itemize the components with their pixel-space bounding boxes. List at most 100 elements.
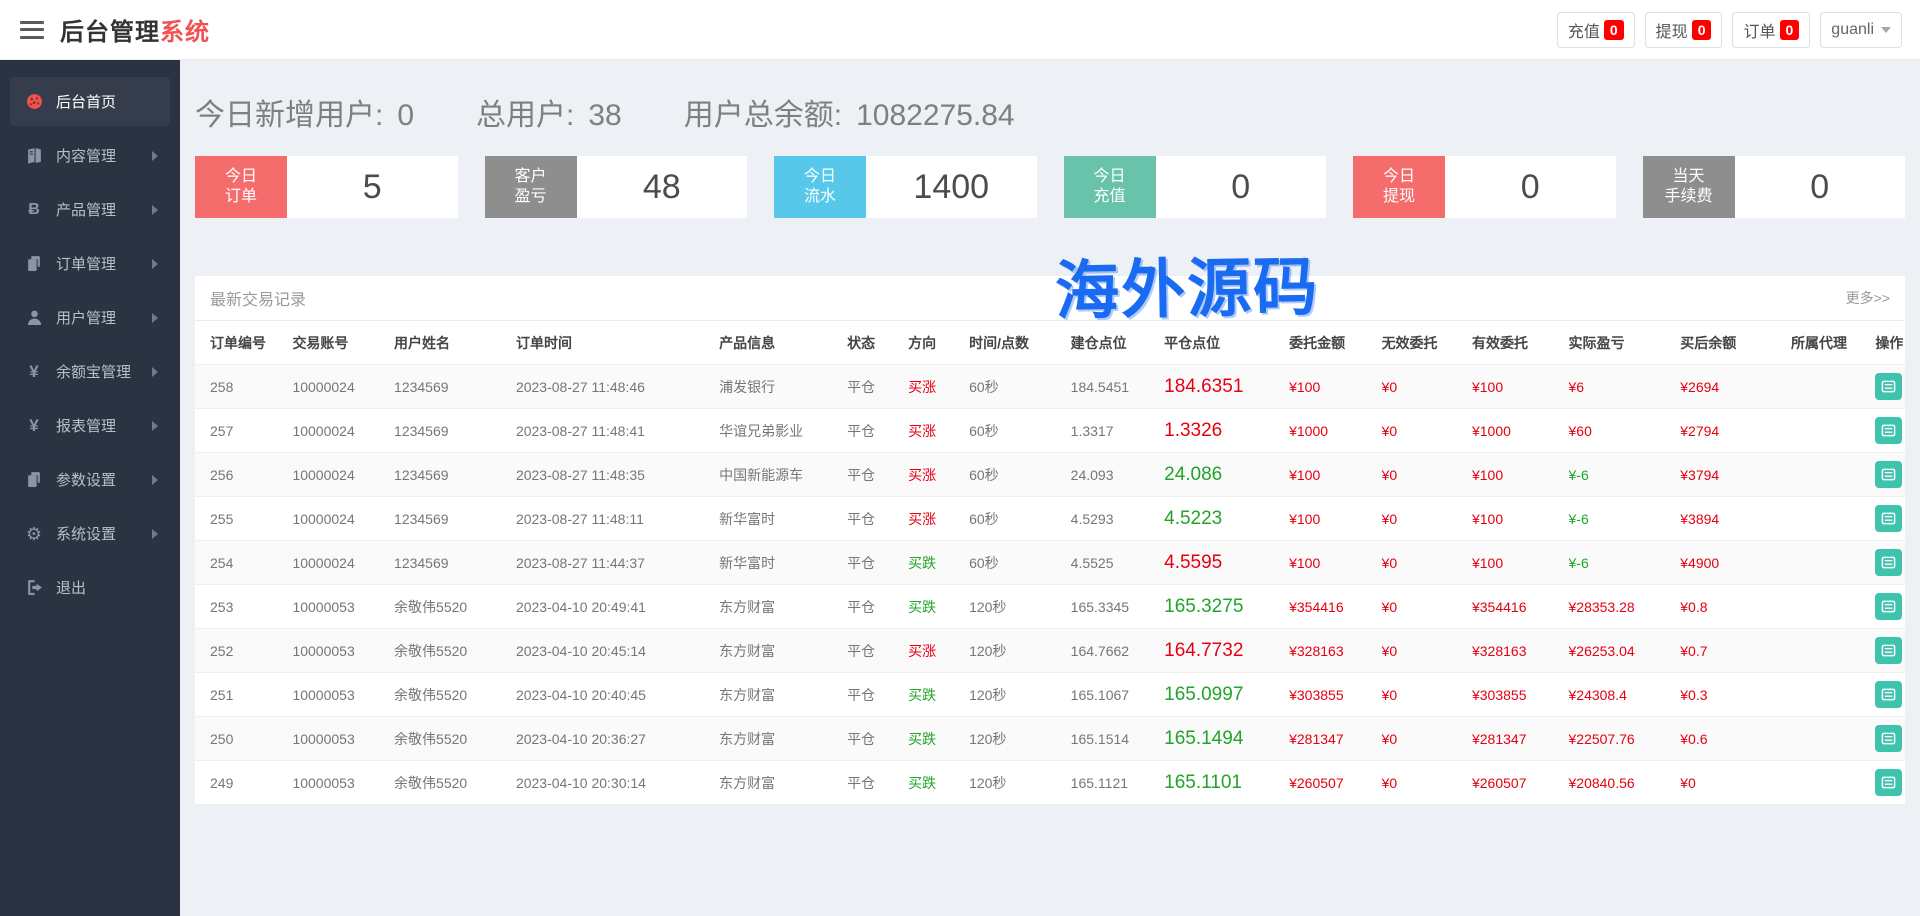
column-header: 实际盈亏 xyxy=(1563,321,1675,365)
duration-cell: 60秒 xyxy=(963,409,1065,453)
open-price-cell: 4.5293 xyxy=(1065,497,1158,541)
column-header: 产品信息 xyxy=(713,321,841,365)
order-time-cell: 2023-04-10 20:30:14 xyxy=(510,761,713,805)
table-header-row: 订单编号交易账号用户姓名订单时间产品信息状态方向时间/点数建仓点位平仓点位委托金… xyxy=(195,321,1905,365)
view-order-button[interactable] xyxy=(1875,593,1902,620)
menu-toggle-icon[interactable] xyxy=(20,21,44,39)
status-cell: 平仓 xyxy=(841,673,902,717)
table-row: 25010000053余敬伟55202023-04-10 20:36:27东方财… xyxy=(195,717,1905,761)
app-title-dark: 后台管理 xyxy=(60,19,160,46)
view-order-button[interactable] xyxy=(1875,417,1902,444)
duration-cell: 60秒 xyxy=(963,365,1065,409)
duration-cell: 120秒 xyxy=(963,585,1065,629)
close-price-cell: 165.3275 xyxy=(1158,585,1283,629)
main-content: 今日新增用户:0总用户:38用户总余额:1082275.84 今日 订单5客户 … xyxy=(180,60,1920,916)
header-button-订单[interactable]: 订单0 xyxy=(1732,12,1810,48)
action-cell xyxy=(1869,585,1905,629)
view-order-button[interactable] xyxy=(1875,461,1902,488)
table-row: 2541000002412345692023-08-27 11:44:37新华富… xyxy=(195,541,1905,585)
sidebar-item-内容管理[interactable]: 内容管理 xyxy=(10,131,170,180)
duration-cell: 60秒 xyxy=(963,497,1065,541)
sidebar-item-label: 参数设置 xyxy=(56,469,152,490)
column-header: 状态 xyxy=(841,321,902,365)
actual-profit-cell: ¥24308.4 xyxy=(1563,673,1675,717)
trade-account-cell: 10000024 xyxy=(286,365,388,409)
view-order-button[interactable] xyxy=(1875,373,1902,400)
close-price-cell: 165.1101 xyxy=(1158,761,1283,805)
table-row: 2571000002412345692023-08-27 11:48:41华谊兄… xyxy=(195,409,1905,453)
card-value: 0 xyxy=(1445,156,1616,218)
sidebar-item-报表管理[interactable]: ¥报表管理 xyxy=(10,401,170,450)
order-time-cell: 2023-08-27 11:48:41 xyxy=(510,409,713,453)
user-name-cell: 余敬伟5520 xyxy=(388,673,510,717)
balance-after-cell: ¥2694 xyxy=(1674,365,1785,409)
stat-cards: 今日 订单5客户 盈亏48今日 流水1400今日 充值0今日 提现0当天 手续费… xyxy=(195,156,1905,218)
list-icon xyxy=(1881,379,1896,394)
sidebar: 后台首页内容管理 Ƀ产品管理订单管理用户管理 ¥余额宝管理 ¥报表管理参数设置 ⚙系统设… xyxy=(0,60,180,916)
balance-after-cell: ¥3894 xyxy=(1674,497,1785,541)
view-order-button[interactable] xyxy=(1875,505,1902,532)
balance-after-cell: ¥4900 xyxy=(1674,541,1785,585)
header-button-提现[interactable]: 提现0 xyxy=(1645,12,1723,48)
actual-profit-cell: ¥26253.04 xyxy=(1563,629,1675,673)
table-row: 25310000053余敬伟55202023-04-10 20:49:41东方财… xyxy=(195,585,1905,629)
column-header: 用户姓名 xyxy=(388,321,510,365)
user-menu-button[interactable]: guanli xyxy=(1820,12,1902,48)
action-cell xyxy=(1869,629,1905,673)
agent-cell xyxy=(1785,717,1869,761)
sidebar-item-后台首页[interactable]: 后台首页 xyxy=(10,77,170,126)
sidebar-item-退出[interactable]: 退出 xyxy=(10,563,170,612)
list-icon xyxy=(1881,511,1896,526)
list-icon xyxy=(1881,555,1896,570)
more-link[interactable]: 更多>> xyxy=(1846,288,1890,308)
sidebar-item-用户管理[interactable]: 用户管理 xyxy=(10,293,170,342)
view-order-button[interactable] xyxy=(1875,549,1902,576)
list-icon xyxy=(1881,687,1896,702)
duration-cell: 60秒 xyxy=(963,541,1065,585)
stat-card: 今日 流水1400 xyxy=(774,156,1037,218)
table-row: 2581000002412345692023-08-27 11:48:46浦发银… xyxy=(195,365,1905,409)
product-info-cell: 东方财富 xyxy=(713,629,841,673)
column-header: 订单时间 xyxy=(510,321,713,365)
trade-account-cell: 10000024 xyxy=(286,541,388,585)
count-badge: 0 xyxy=(1780,20,1800,40)
list-icon xyxy=(1881,423,1896,438)
duration-cell: 60秒 xyxy=(963,453,1065,497)
sidebar-item-产品管理[interactable]: Ƀ产品管理 xyxy=(10,185,170,234)
sidebar-item-订单管理[interactable]: 订单管理 xyxy=(10,239,170,288)
view-order-button[interactable] xyxy=(1875,681,1902,708)
sidebar-item-系统设置[interactable]: ⚙系统设置 xyxy=(10,509,170,558)
stat-card: 今日 订单5 xyxy=(195,156,458,218)
stat-value: 38 xyxy=(588,99,621,133)
header-button-充值[interactable]: 充值0 xyxy=(1557,12,1635,48)
direction-cell: 买涨 xyxy=(902,365,963,409)
agent-cell xyxy=(1785,497,1869,541)
invalid-entrust-cell: ¥0 xyxy=(1376,717,1466,761)
chevron-right-icon xyxy=(152,205,158,215)
view-order-button[interactable] xyxy=(1875,725,1902,752)
column-header: 操作 xyxy=(1869,321,1905,365)
sidebar-item-余额宝管理[interactable]: ¥余额宝管理 xyxy=(10,347,170,396)
valid-entrust-cell: ¥100 xyxy=(1466,541,1563,585)
table-row: 2551000002412345692023-08-27 11:48:11新华富… xyxy=(195,497,1905,541)
order-time-cell: 2023-08-27 11:44:37 xyxy=(510,541,713,585)
user-name-cell: 1234569 xyxy=(388,409,510,453)
close-price-cell: 1.3326 xyxy=(1158,409,1283,453)
view-order-button[interactable] xyxy=(1875,637,1902,664)
table-body: 2581000002412345692023-08-27 11:48:46浦发银… xyxy=(195,365,1905,805)
list-icon xyxy=(1881,467,1896,482)
entrust-amount-cell: ¥100 xyxy=(1283,453,1375,497)
order-time-cell: 2023-08-27 11:48:11 xyxy=(510,497,713,541)
action-cell xyxy=(1869,541,1905,585)
column-header: 委托金额 xyxy=(1283,321,1375,365)
agent-cell xyxy=(1785,453,1869,497)
dashboard-icon xyxy=(24,92,44,112)
invalid-entrust-cell: ¥0 xyxy=(1376,673,1466,717)
sidebar-item-参数设置[interactable]: 参数设置 xyxy=(10,455,170,504)
order-id-cell: 258 xyxy=(195,365,286,409)
view-order-button[interactable] xyxy=(1875,769,1902,796)
sidebar-item-label: 用户管理 xyxy=(56,307,152,328)
sidebar-item-label: 产品管理 xyxy=(56,199,152,220)
user-name-cell: 1234569 xyxy=(388,453,510,497)
duration-cell: 120秒 xyxy=(963,717,1065,761)
